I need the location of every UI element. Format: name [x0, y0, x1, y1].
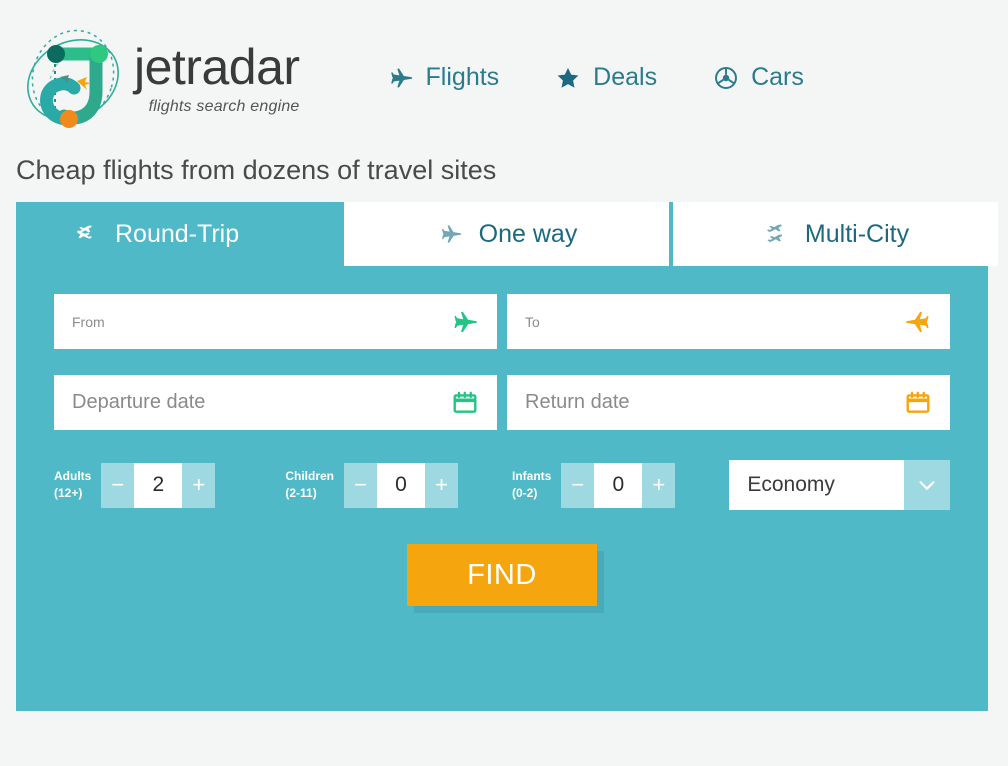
brand-tagline: flights search engine	[148, 97, 300, 115]
adults-decrement-button[interactable]: −	[101, 462, 135, 508]
calendar-icon[interactable]	[449, 387, 481, 419]
infants-decrement-button[interactable]: −	[561, 462, 595, 508]
adults-stepper: − 2 +	[101, 462, 216, 508]
adults-value: 2	[134, 462, 183, 508]
destination-field[interactable]	[507, 294, 950, 349]
adults-label: Adults (12+)	[54, 468, 91, 503]
tab-label-round-trip: Round-Trip	[115, 219, 240, 248]
infants-value: 0	[594, 462, 643, 508]
submit-row: FIND	[54, 544, 950, 606]
tab-label-one-way: One way	[478, 219, 578, 248]
tab-multi-city[interactable]: Multi-City	[673, 202, 998, 266]
trip-type-tabs: Round-Trip One way Multi-City	[16, 202, 998, 266]
find-button[interactable]: FIND	[407, 544, 597, 606]
infants-stepper: − 0 +	[561, 462, 676, 508]
departure-date-input[interactable]	[70, 390, 449, 415]
nav-label-cars: Cars	[751, 63, 804, 91]
children-increment-button[interactable]: +	[425, 462, 459, 508]
steering-wheel-icon	[713, 65, 739, 91]
flight-search-panel: Round-Trip One way Multi-City From To De…	[16, 202, 998, 711]
nav-item-cars[interactable]: Cars	[713, 63, 804, 92]
infants-label-line1: Infants	[512, 468, 552, 483]
infants-label: Infants (0-2)	[512, 468, 551, 503]
nav-item-deals[interactable]: Deals	[555, 63, 657, 92]
adults-label-line1: Adults	[54, 468, 92, 483]
children-decrement-button[interactable]: −	[344, 462, 378, 508]
tab-one-way[interactable]: One way	[344, 202, 669, 266]
tab-round-trip[interactable]: Round-Trip	[16, 202, 342, 266]
adults-group: Adults (12+) − 2 +	[54, 462, 216, 508]
adults-label-line2: (12+)	[54, 486, 83, 500]
search-form: Adults (12+) − 2 + Children (2-11) − 0 +	[16, 266, 988, 606]
dates-row	[54, 375, 950, 430]
brand-name: jetradar	[134, 38, 300, 95]
brand-logo[interactable]: jetradar flights search engine	[16, 18, 300, 138]
children-label-line2: (2-11)	[285, 486, 317, 500]
infants-increment-button[interactable]: +	[642, 462, 676, 508]
route-row	[54, 294, 950, 349]
return-date-field[interactable]	[507, 375, 950, 430]
plane-oneway-icon	[436, 221, 466, 247]
tab-label-multi-city: Multi-City	[804, 219, 910, 248]
chevron-down-icon[interactable]	[904, 460, 950, 510]
destination-input[interactable]	[523, 312, 902, 331]
passengers-row: Adults (12+) − 2 + Children (2-11) − 0 +	[54, 460, 950, 510]
departure-date-field[interactable]	[54, 375, 497, 430]
origin-field[interactable]	[54, 294, 497, 349]
airplane-icon	[388, 65, 414, 91]
return-date-input[interactable]	[523, 390, 902, 415]
nav-item-flights[interactable]: Flights	[388, 63, 500, 92]
plane-takeoff-icon	[449, 306, 481, 338]
page-title: Cheap flights from dozens of travel site…	[16, 155, 497, 185]
calendar-icon[interactable]	[902, 387, 934, 419]
two-planes-multicity-icon	[762, 221, 792, 247]
children-label: Children (2-11)	[285, 468, 334, 503]
children-value: 0	[377, 462, 426, 508]
two-planes-roundtrip-icon	[72, 221, 102, 247]
cabin-class-value: Economy	[747, 473, 835, 496]
star-icon	[555, 65, 581, 91]
origin-input[interactable]	[70, 312, 449, 331]
nav-label-deals: Deals	[593, 63, 658, 91]
brand-wordmark: jetradar flights search engine	[134, 42, 300, 116]
infants-group: Infants (0-2) − 0 +	[512, 462, 676, 508]
site-header: jetradar flights search engine Flights D…	[0, 0, 1008, 155]
cabin-class-select[interactable]: Economy	[729, 460, 950, 510]
children-group: Children (2-11) − 0 +	[285, 462, 459, 508]
jetradar-logo-icon	[16, 18, 136, 138]
children-stepper: − 0 +	[344, 462, 459, 508]
infants-label-line2: (0-2)	[512, 486, 538, 500]
main-navigation: Flights Deals Cars	[388, 63, 804, 92]
adults-increment-button[interactable]: +	[182, 462, 216, 508]
plane-landing-icon	[902, 306, 934, 338]
nav-label-flights: Flights	[425, 63, 500, 91]
children-label-line1: Children	[285, 468, 335, 483]
